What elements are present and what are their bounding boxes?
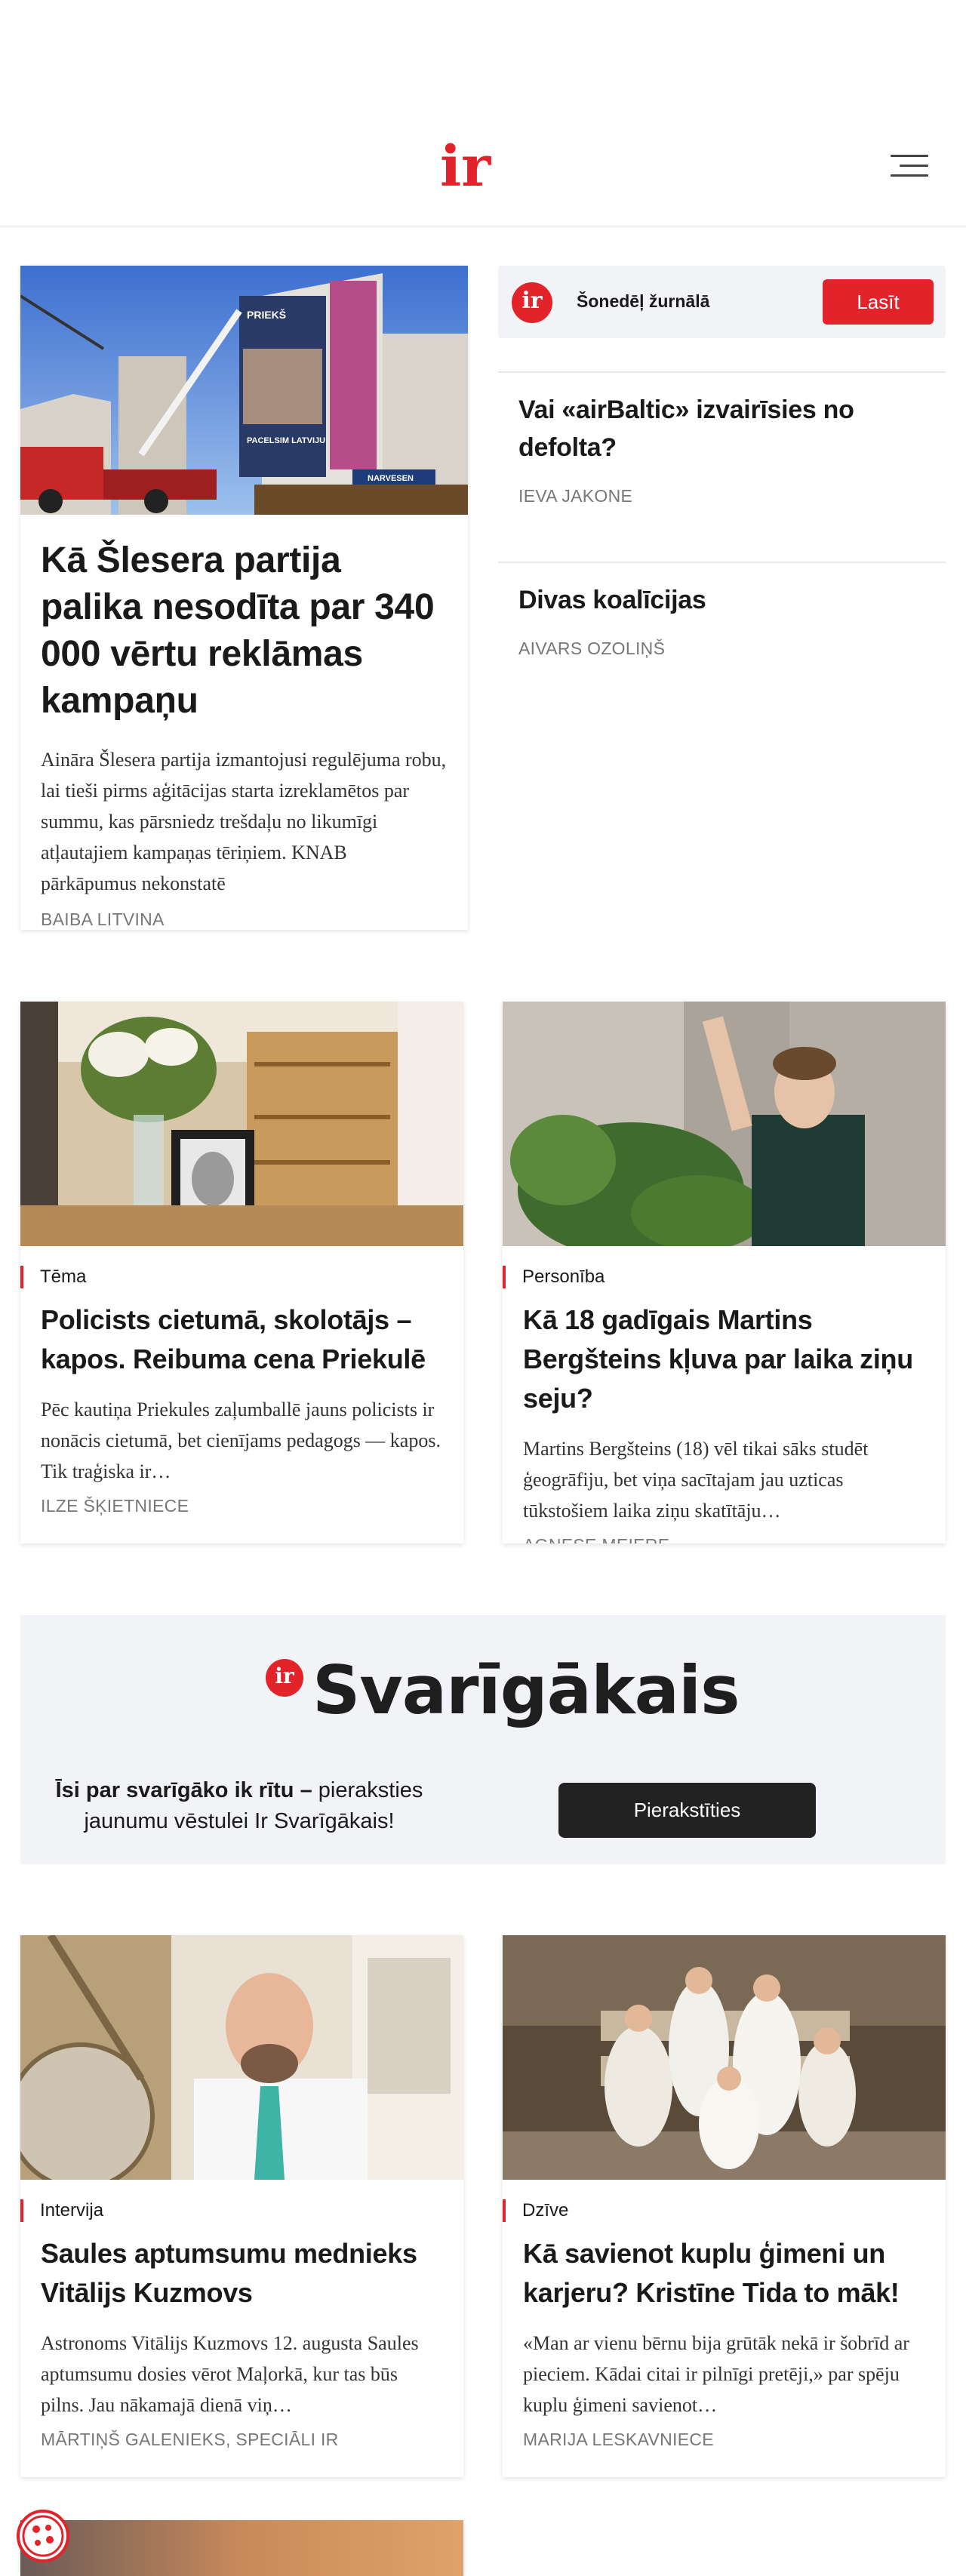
side-article-author[interactable]: IEVA JAKONE — [518, 486, 632, 506]
article-category[interactable]: Tēma — [20, 1266, 443, 1288]
article-title[interactable]: Policists cietumā, skolotājs – kapos. Re… — [41, 1300, 443, 1379]
article-category-label[interactable]: Intervija — [40, 2200, 103, 2221]
article-author[interactable]: AGNESE MEIERE — [523, 1535, 925, 1543]
magazine-promo: ir Šonedēļ žurnālā Lasīt — [498, 266, 946, 338]
article-author[interactable]: ILZE ŠĶIETNIECE — [41, 1496, 443, 1516]
article-author[interactable]: MARIJA LESKAVNIECE — [523, 2430, 925, 2450]
newsletter-subscribe-button[interactable]: Pierakstīties — [558, 1783, 816, 1838]
article-card[interactable]: Intervija Saules aptumsumu mednieks Vitā… — [20, 1935, 463, 2477]
article-card[interactable]: Dzīve Kā savienot kuplu ģimeni un karjer… — [503, 1935, 946, 2477]
shop-sign: NARVESEN — [368, 474, 414, 483]
article-title[interactable]: Kā 18 gadīgais Martins Bergšteins kļuva … — [523, 1300, 925, 1418]
article-card[interactable]: Personība Kā 18 gadīgais Martins Bergšte… — [503, 1002, 946, 1543]
magazine-logo-icon: ir — [512, 282, 552, 323]
category-marker — [20, 2199, 23, 2222]
article-card[interactable] — [20, 2520, 463, 2576]
site-logo[interactable]: ir — [440, 139, 491, 195]
featured-article-image[interactable]: PRIEKŠ PACELSIM LATVIJU NARVESEN — [20, 266, 468, 515]
side-article-author[interactable]: AIVARS OZOLIŅŠ — [518, 639, 665, 659]
featured-article-card[interactable]: PRIEKŠ PACELSIM LATVIJU NARVESEN Kā Šles… — [20, 266, 468, 930]
article-image[interactable] — [503, 1935, 946, 2180]
article-category-label[interactable]: Dzīve — [522, 2200, 568, 2221]
article-lead: Martins Bergšteins (18) vēl tikai sāks s… — [523, 1438, 869, 1522]
article-category[interactable]: Personība — [503, 1266, 925, 1288]
article-category[interactable]: Dzīve — [503, 2199, 925, 2222]
cookie-settings-icon[interactable] — [17, 2510, 69, 2562]
article-image[interactable] — [503, 1002, 946, 1246]
article-lead: Astronoms Vitālijs Kuzmovs 12. augusta S… — [41, 2332, 419, 2416]
featured-article-author[interactable]: BAIBA LITVINA — [41, 909, 448, 930]
newsletter-description-bold: Īsi par svarīgāko ik rītu – — [55, 1778, 312, 1802]
side-article[interactable]: Vai «airBaltic» izvairīsies no defolta? … — [498, 371, 946, 562]
article-image[interactable] — [20, 1002, 463, 1246]
article-image[interactable] — [20, 2520, 463, 2576]
magazine-label: Šonedēļ žurnālā — [577, 291, 710, 311]
side-article-title[interactable]: Divas koalīcijas — [518, 581, 931, 619]
newsletter-description: Īsi par svarīgāko ik rītu – pieraksties … — [43, 1775, 435, 1837]
hamburger-menu-icon[interactable] — [891, 155, 930, 180]
article-lead: Pēc kautiņa Priekules zaļumballē jauns p… — [41, 1399, 441, 1482]
category-marker — [503, 1266, 506, 1288]
article-category-label[interactable]: Tēma — [40, 1266, 86, 1288]
article-card[interactable]: Tēma Policists cietumā, skolotājs – kapo… — [20, 1002, 463, 1543]
article-title[interactable]: Kā savienot kuplu ģimeni un karjeru? Kri… — [523, 2234, 925, 2313]
billboard-slogan: PACELSIM LATVIJU — [247, 436, 325, 445]
article-lead: «Man ar vienu bērnu bija grūtāk nekā ir … — [523, 2332, 909, 2416]
article-category-label[interactable]: Personība — [522, 1266, 605, 1288]
category-marker — [503, 2199, 506, 2222]
side-article[interactable]: Divas koalīcijas AIVARS OZOLIŅŠ — [498, 562, 946, 667]
newsletter-signup: ir Svarīgākais Īsi par svarīgāko ik rītu… — [20, 1615, 946, 1864]
site-header: ir — [0, 0, 966, 226]
article-image[interactable] — [20, 1935, 463, 2180]
read-magazine-button[interactable]: Lasīt — [823, 279, 934, 325]
article-author[interactable]: MĀRTIŅŠ GALENIEKS, SPECIĀLI IR — [41, 2430, 443, 2450]
newsletter-logo-icon: ir — [266, 1659, 303, 1697]
featured-article-lead: Aināra Šlesera partija izmantojusi regul… — [41, 749, 447, 894]
featured-article-title[interactable]: Kā Šlesera partija palika nesodīta par 3… — [41, 537, 448, 725]
article-title[interactable]: Saules aptumsumu mednieks Vitālijs Kuzmo… — [41, 2234, 443, 2313]
side-article-title[interactable]: Vai «airBaltic» izvairīsies no defolta? — [518, 391, 931, 466]
billboard-text: PRIEKŠ — [247, 308, 286, 321]
article-category[interactable]: Intervija — [20, 2199, 443, 2222]
newsletter-name: Svarīgākais — [312, 1651, 740, 1729]
category-marker — [20, 1266, 23, 1288]
